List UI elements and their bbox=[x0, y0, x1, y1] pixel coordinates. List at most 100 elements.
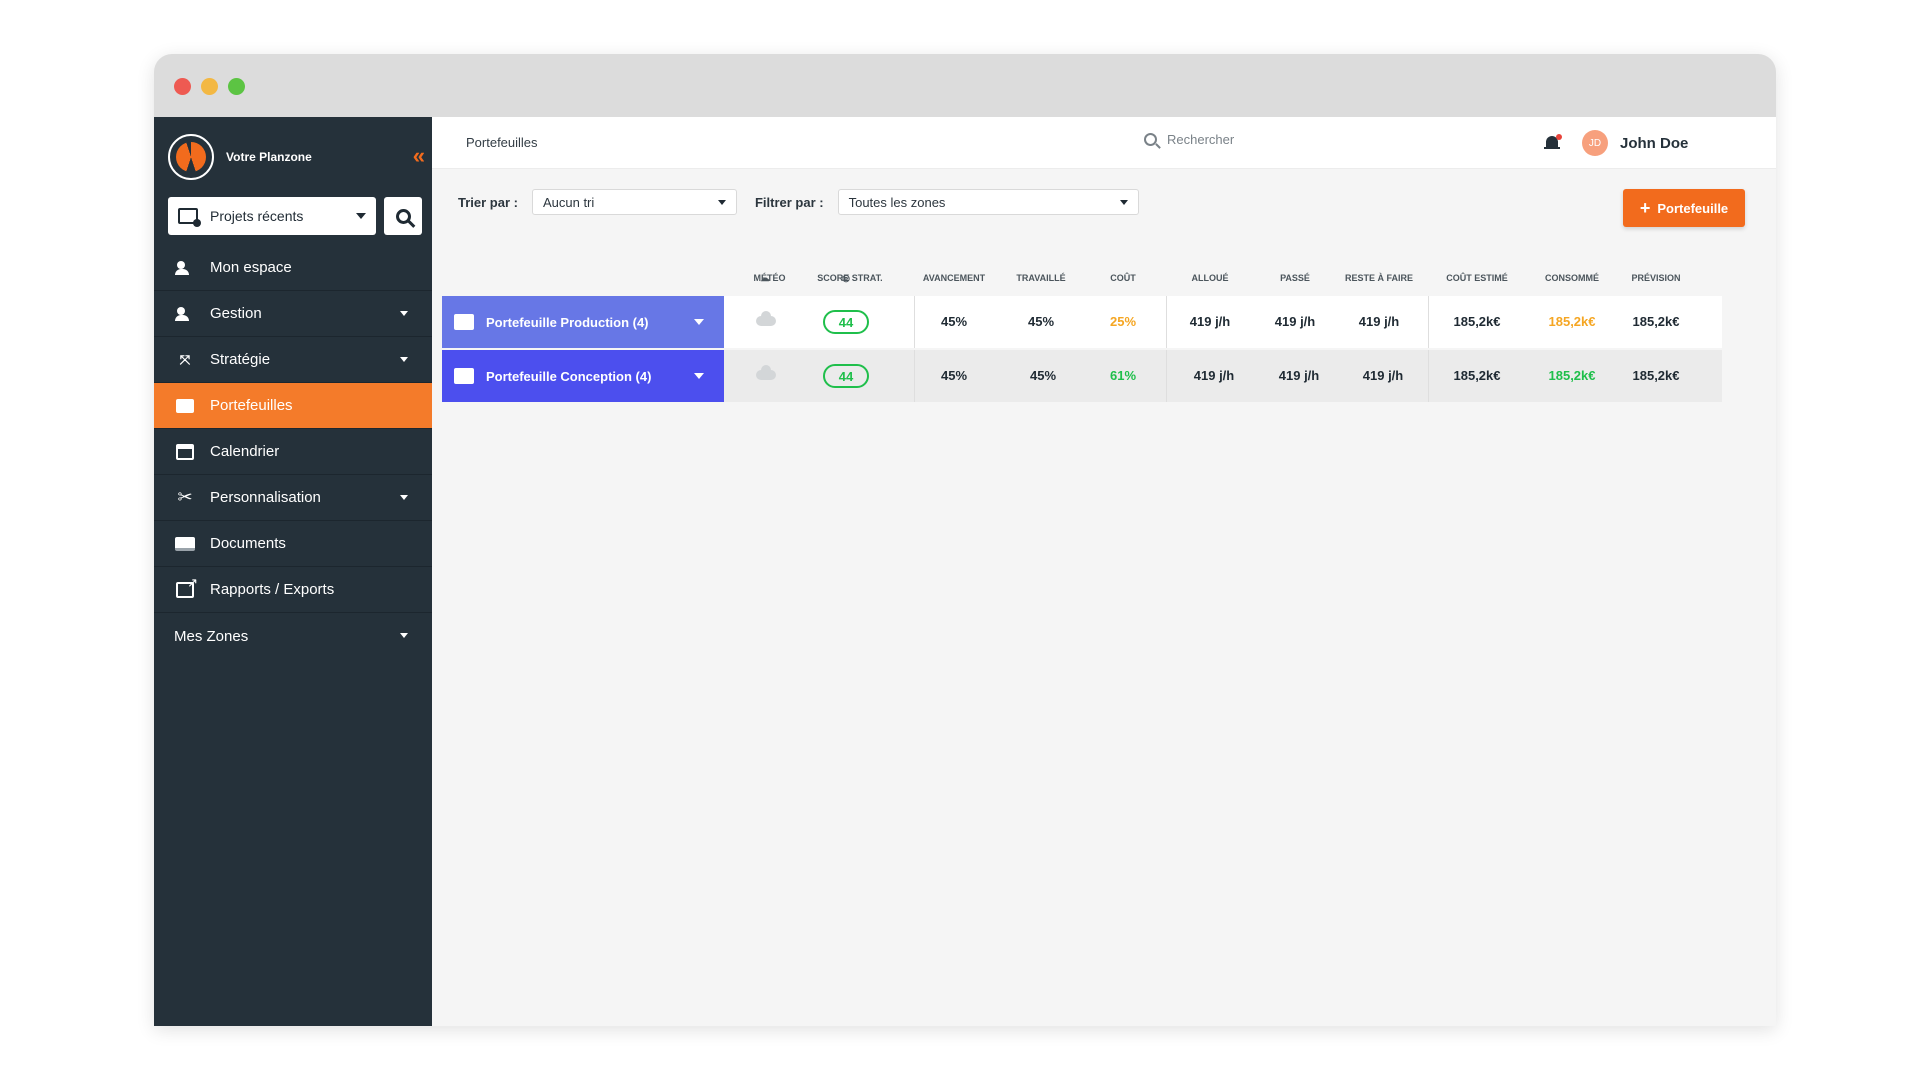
column-score[interactable]: ◎ SCORE STRAT. bbox=[817, 273, 882, 284]
column-cout-estime[interactable]: COÛT ESTIMÉ bbox=[1446, 273, 1508, 283]
main-content: Portefeuilles Rechercher JD John Doe Tri… bbox=[432, 117, 1776, 1026]
passe-value: 419 j/h bbox=[1278, 368, 1320, 383]
sidebar-item-calendrier[interactable]: Calendrier bbox=[154, 429, 432, 475]
people-icon bbox=[174, 305, 196, 323]
documents-icon bbox=[174, 535, 196, 553]
filter-value: Toutes les zones bbox=[848, 194, 946, 210]
user-name[interactable]: John Doe bbox=[1620, 135, 1688, 152]
filter-label: Filtrer par : bbox=[754, 194, 824, 210]
zone-filter-select[interactable]: Toutes les zones bbox=[837, 189, 1139, 215]
portfolio-name: Portefeuille Conception (4) bbox=[486, 368, 652, 384]
folder-icon bbox=[454, 368, 474, 384]
portfolio-name-cell[interactable]: Portefeuille Production (4) bbox=[442, 296, 724, 348]
app-window: Votre Planzone « Projets récents Mon esp… bbox=[154, 54, 1776, 1026]
sidebar-item-label: Documents bbox=[210, 535, 286, 552]
sidebar-item-label: Personnalisation bbox=[210, 489, 321, 506]
chevron-down-icon bbox=[1119, 200, 1128, 205]
chevron-down-icon bbox=[356, 213, 366, 219]
reste-value: 419 j/h bbox=[1358, 314, 1400, 329]
column-consomme[interactable]: CONSOMMÉ bbox=[1545, 273, 1599, 283]
chevron-down-icon bbox=[400, 495, 408, 500]
sort-label: Trier par : bbox=[458, 194, 518, 210]
passe-value: 419 j/h bbox=[1274, 314, 1316, 329]
alloue-value: 419 j/h bbox=[1189, 314, 1231, 329]
maximize-window-button[interactable] bbox=[228, 78, 245, 95]
cout-value: 25% bbox=[1109, 314, 1137, 329]
column-reste[interactable]: RESTE À FAIRE bbox=[1345, 273, 1413, 283]
search-icon bbox=[395, 208, 411, 224]
folder-clock-icon bbox=[178, 208, 201, 227]
close-window-button[interactable] bbox=[174, 78, 191, 95]
sort-select[interactable]: Aucun tri bbox=[531, 189, 737, 215]
recent-projects-label: Projets récents bbox=[210, 208, 304, 224]
column-passe[interactable]: PASSÉ bbox=[1280, 273, 1310, 283]
column-travaille[interactable]: TRAVAILLÉ bbox=[1016, 273, 1065, 283]
brand: Votre Planzone « bbox=[154, 117, 432, 197]
portfolio-icon bbox=[174, 397, 196, 415]
portfolio-name-cell[interactable]: Portefeuille Conception (4) bbox=[442, 350, 724, 402]
cout-estime-value: 185,2k€ bbox=[1453, 314, 1501, 329]
sidebar-item-label: Rapports / Exports bbox=[210, 581, 335, 598]
chevron-down-icon bbox=[400, 357, 408, 362]
user-space-icon bbox=[174, 259, 196, 277]
add-portfolio-label: Portefeuille bbox=[1657, 200, 1729, 216]
chevron-down-icon[interactable] bbox=[694, 373, 704, 379]
sidebar-item-label: Gestion bbox=[210, 305, 262, 322]
table-header: ☁ MÉTÉO ◎ SCORE STRAT. AVANCEMENT TRAVAI… bbox=[442, 273, 1722, 289]
collapse-sidebar-icon[interactable]: « bbox=[413, 143, 425, 169]
sidebar-item-portefeuilles[interactable]: Portefeuilles bbox=[154, 383, 432, 429]
sidebar-item-gestion[interactable]: Gestion bbox=[154, 291, 432, 337]
column-prevision[interactable]: PRÉVISION bbox=[1631, 273, 1680, 283]
sidebar-item-label: Mon espace bbox=[210, 259, 292, 276]
alloue-value: 419 j/h bbox=[1193, 368, 1235, 383]
sidebar-item-label: Calendrier bbox=[210, 443, 280, 460]
sidebar-item-label: Stratégie bbox=[210, 351, 271, 368]
sidebar-item-personnalisation[interactable]: ✂ Personnalisation bbox=[154, 475, 432, 521]
minimize-window-button[interactable] bbox=[201, 78, 218, 95]
avancement-value: 45% bbox=[940, 314, 968, 329]
column-cout[interactable]: COÛT bbox=[1110, 273, 1136, 283]
avatar[interactable]: JD bbox=[1582, 130, 1608, 156]
cout-estime-value: 185,2k€ bbox=[1453, 368, 1501, 383]
recent-projects-select[interactable]: Projets récents bbox=[168, 197, 376, 235]
brand-name: Votre Planzone bbox=[226, 150, 312, 164]
sidebar-item-mon-espace[interactable]: Mon espace bbox=[154, 245, 432, 291]
plus-icon: + bbox=[1639, 197, 1651, 218]
chevron-down-icon bbox=[400, 311, 408, 316]
sidebar-item-rapports-exports[interactable]: Rapports / Exports bbox=[154, 567, 432, 613]
planzone-logo-icon bbox=[168, 134, 214, 180]
search-placeholder: Rechercher bbox=[1167, 132, 1235, 147]
page-title: Portefeuilles bbox=[466, 135, 538, 150]
column-alloue[interactable]: ALLOUÉ bbox=[1192, 273, 1229, 283]
chevron-down-icon bbox=[400, 633, 408, 638]
search-icon bbox=[1144, 133, 1157, 146]
sort-value: Aucun tri bbox=[542, 194, 595, 210]
table-row[interactable]: Portefeuille Conception (4) 44 45% 45% 6… bbox=[442, 350, 1722, 402]
cout-value: 61% bbox=[1109, 368, 1137, 383]
column-meteo[interactable]: ☁ MÉTÉO bbox=[753, 273, 785, 284]
top-bar: Portefeuilles Rechercher JD John Doe bbox=[432, 117, 1776, 169]
cloud-icon bbox=[756, 365, 776, 380]
table-row[interactable]: Portefeuille Production (4) 44 45% 45% 2… bbox=[442, 296, 1722, 348]
add-portfolio-button[interactable]: + Portefeuille bbox=[1623, 189, 1745, 227]
portfolio-name: Portefeuille Production (4) bbox=[486, 314, 649, 330]
calendar-icon bbox=[174, 443, 196, 461]
strategic-score-badge: 44 bbox=[823, 364, 869, 388]
strategy-icon: ⤧ bbox=[179, 351, 191, 367]
tools-icon: ✂ bbox=[177, 487, 193, 507]
sidebar-item-label: Portefeuilles bbox=[210, 397, 293, 414]
travaille-value: 45% bbox=[1029, 368, 1057, 383]
travaille-value: 45% bbox=[1027, 314, 1055, 329]
consomme-value: 185,2k€ bbox=[1548, 368, 1596, 383]
global-search[interactable]: Rechercher bbox=[1144, 132, 1234, 147]
filters-bar: Trier par : Aucun tri Filtrer par : Tout… bbox=[458, 189, 1139, 215]
folder-icon bbox=[454, 314, 474, 330]
sidebar-zones-toggle[interactable]: Mes Zones bbox=[154, 613, 432, 659]
chevron-down-icon[interactable] bbox=[694, 319, 704, 325]
notification-bell-icon[interactable] bbox=[1544, 134, 1562, 152]
sidebar-item-documents[interactable]: Documents bbox=[154, 521, 432, 567]
sidebar-item-strategie[interactable]: ⤧ Stratégie bbox=[154, 337, 432, 383]
column-avancement[interactable]: AVANCEMENT bbox=[923, 273, 985, 283]
reste-value: 419 j/h bbox=[1362, 368, 1404, 383]
sidebar-search-button[interactable] bbox=[384, 197, 422, 235]
